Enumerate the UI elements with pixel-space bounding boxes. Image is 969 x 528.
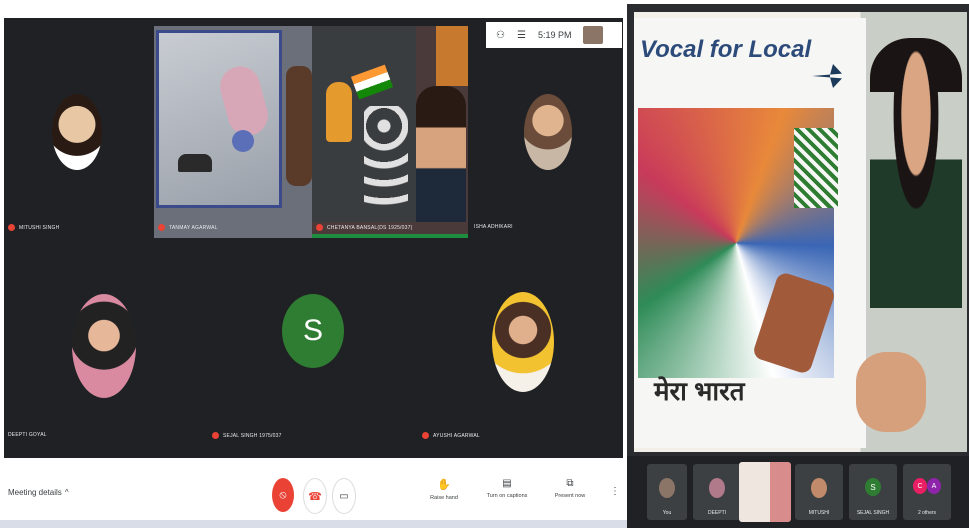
avatar <box>492 292 554 392</box>
video-feed <box>286 66 312 186</box>
mic-off-icon <box>316 224 323 231</box>
top-toolbar: ⚇ ☰ 5:19 PM <box>486 22 622 48</box>
poster-icons <box>364 106 408 206</box>
participant-name: ISHA ADHIKARI <box>474 224 513 230</box>
chevron-up-icon: ^ <box>64 488 69 497</box>
filmstrip-label: DEEPTI <box>707 510 727 516</box>
avatar-initial: S <box>302 314 323 347</box>
avatar <box>524 94 572 170</box>
avatar <box>659 478 675 498</box>
avatar: A <box>927 478 941 494</box>
filmstrip-label: You <box>662 510 672 516</box>
avatar-initial: A <box>931 482 937 490</box>
filmstrip-tile-mitushi[interactable]: MITUSHI <box>795 464 843 520</box>
participant-name: SEJAL SINGH 1975/037 <box>223 432 282 439</box>
clock-time: 5:19 PM <box>537 30 572 40</box>
filmstrip-tile-sejal[interactable]: S SEJAL SINGH <box>849 464 897 520</box>
bottom-control-bar: Meeting details ^ ⦸ ☎ ▭ ✋ Raise hand ▤ T… <box>0 464 627 528</box>
captions-label: Turn on captions <box>486 493 528 499</box>
avatar <box>811 478 827 498</box>
airplane-drawing <box>812 64 842 88</box>
more-options-icon[interactable]: ⋮ <box>610 486 620 497</box>
camera-button[interactable]: ▭ <box>332 478 356 514</box>
present-button[interactable]: ⧉ Present now <box>548 478 592 499</box>
people-icon[interactable]: ⚇ <box>496 30 505 41</box>
avatar <box>72 294 136 398</box>
avatar: C <box>913 478 927 494</box>
phone-hangup-icon: ☎ <box>308 490 322 503</box>
mic-off-icon: ⦸ <box>279 488 287 501</box>
raise-hand-button[interactable]: ✋ Raise hand <box>424 478 464 501</box>
filmstrip-tile-deepti[interactable]: DEEPTI <box>693 464 741 520</box>
filmstrip-label: 2 others <box>917 510 937 516</box>
meeting-details-button[interactable]: Meeting details ^ <box>8 488 69 497</box>
poster-subtitle: मेरा भारत <box>654 376 745 406</box>
mic-off-icon <box>422 432 429 439</box>
avatar: S <box>865 478 881 496</box>
camera-icon: ▭ <box>339 490 349 502</box>
filmstrip-label: MITUSHI <box>808 510 830 516</box>
filmstrip: You DEEPTI MITUSHI S SEJAL SINGH C A 2 o… <box>627 456 969 528</box>
raise-hand-label: Raise hand <box>430 495 458 501</box>
filmstrip-tile-presenter[interactable] <box>739 462 791 522</box>
participant-tile-chetanya[interactable]: CHETANYA BANSAL(DS 1925/037) <box>312 26 468 238</box>
hangup-button[interactable]: ☎ <box>303 478 327 514</box>
participant-name: DEEPTI GOYAL <box>8 432 47 438</box>
presenter-hand <box>856 352 926 432</box>
avatar <box>709 478 725 498</box>
presenter-face <box>870 38 962 308</box>
fist-drawing <box>326 82 352 142</box>
meeting-grid: MITUSHI SINGH TANMAY AGARWAL CHETANYA BA… <box>4 18 623 458</box>
filmstrip-tile-others[interactable]: C A 2 others <box>903 464 951 520</box>
mic-off-icon <box>8 224 15 231</box>
captions-button[interactable]: ▤ Turn on captions <box>482 478 532 499</box>
filmstrip-tile-you[interactable]: You <box>647 464 687 520</box>
mic-button[interactable]: ⦸ <box>272 478 294 512</box>
avatar-initial: S <box>870 482 876 492</box>
filmstrip-label: SEJAL SINGH <box>856 510 890 516</box>
participant-tile-isha[interactable]: ISHA ADHIKARI <box>468 18 623 238</box>
participant-name: TANMAY AGARWAL <box>169 224 218 231</box>
participant-tile-deepti[interactable]: DEEPTI GOYAL <box>4 246 204 458</box>
participant-name: CHETANYA BANSAL(DS 1925/037) <box>327 224 413 231</box>
captions-icon: ▤ <box>502 478 512 489</box>
speaking-bar <box>312 234 468 238</box>
participant-tile-ayushi[interactable]: AYUSHI AGARWAL <box>414 246 623 458</box>
participant-tile-tanmay[interactable]: TANMAY AGARWAL <box>154 26 312 238</box>
participant-name: MITUSHI SINGH <box>19 224 60 231</box>
video-feed <box>416 86 466 222</box>
presenter-video[interactable]: Vocal for Local मेरा भारत <box>634 12 967 452</box>
mic-off-icon <box>212 432 219 439</box>
pattern-drawing <box>794 128 838 208</box>
avatar-initial: C <box>917 482 923 490</box>
hand-icon: ✋ <box>437 479 451 491</box>
self-view-thumbnail[interactable] <box>583 26 604 44</box>
present-icon: ⧉ <box>566 478 574 489</box>
participant-tile-sejal[interactable]: S SEJAL SINGH 1975/037 <box>204 246 414 458</box>
participant-name: AYUSHI AGARWAL <box>433 432 480 439</box>
avatar <box>52 94 102 170</box>
participant-tile-mitushi[interactable]: MITUSHI SINGH <box>4 18 154 238</box>
eye-drawing <box>232 130 254 152</box>
curtain <box>436 26 468 86</box>
meeting-details-label: Meeting details <box>8 488 62 497</box>
chat-icon[interactable]: ☰ <box>517 30 526 41</box>
mic-off-icon <box>158 224 165 231</box>
poster: Vocal for Local मेरा भारत <box>634 18 868 448</box>
poster-title: Vocal for Local <box>640 36 812 63</box>
elephant-drawing <box>178 154 212 172</box>
browser-taskbar <box>0 520 627 528</box>
present-label: Present now <box>554 493 586 499</box>
avatar: S <box>282 294 344 368</box>
